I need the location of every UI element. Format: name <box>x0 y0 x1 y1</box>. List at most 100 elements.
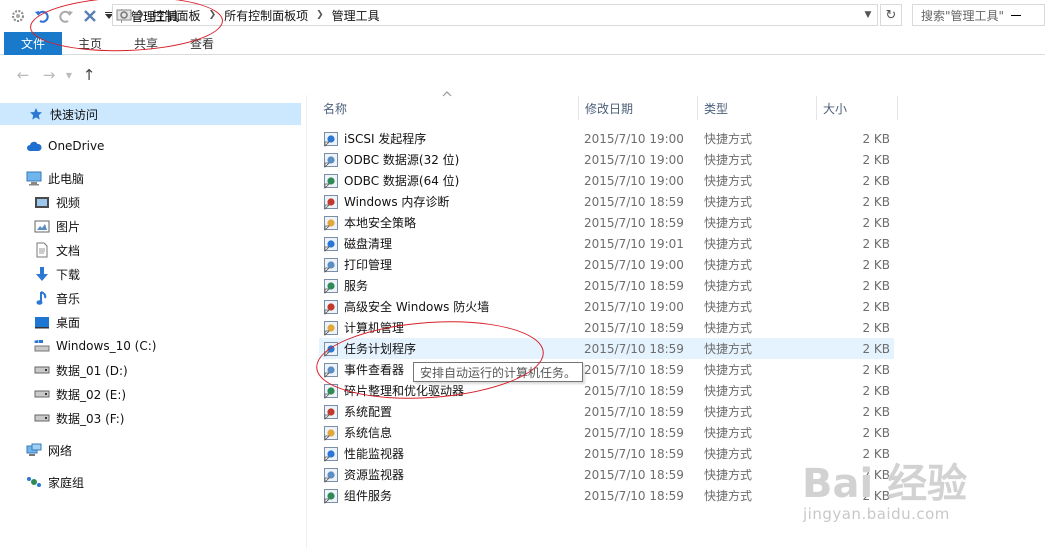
nav-documents[interactable]: 文档 <box>0 239 301 261</box>
column-divider[interactable] <box>897 96 898 120</box>
modified-date: 2015/7/10 18:59 <box>584 383 684 398</box>
delete-x-icon[interactable] <box>80 6 100 26</box>
address-bar[interactable]: ❯ 控制面板 ❯ 所有控制面板项 ❯ 管理工具 ▼ <box>112 4 878 26</box>
nav-music[interactable]: 音乐 <box>0 287 301 309</box>
nav-label: 桌面 <box>56 315 81 330</box>
nav-label: 网络 <box>48 443 73 458</box>
file-type: 快捷方式 <box>704 321 753 335</box>
tab-share[interactable]: 共享 <box>118 32 174 55</box>
column-header-size[interactable]: 大小 <box>817 96 897 120</box>
address-dropdown-icon[interactable]: ▼ <box>861 7 875 23</box>
network-icon <box>26 442 42 458</box>
star-icon <box>28 106 44 122</box>
recent-locations-chevron-icon[interactable]: ▼ <box>62 62 76 88</box>
system-info-icon <box>323 425 339 441</box>
breadcrumb-all-items[interactable]: 所有控制面板项 <box>220 7 312 24</box>
nav-label: 数据_02 (E:) <box>56 387 127 402</box>
pane-splitter[interactable] <box>306 95 307 549</box>
watermark-url: jingyan.baidu.com <box>803 505 950 523</box>
table-row[interactable]: iSCSI 发起程序 2015/7/10 19:00 快捷方式 2 KB <box>319 128 894 149</box>
column-header-name[interactable]: 名称 <box>317 96 577 120</box>
nav-network[interactable]: 网络 <box>0 439 301 461</box>
nav-drive-e[interactable]: 数据_02 (E:) <box>0 383 301 405</box>
file-name: ODBC 数据源(32 位) <box>344 153 460 167</box>
file-name-cell: 高级安全 Windows 防火墙 <box>323 296 489 317</box>
table-row[interactable]: 资源监视器 2015/7/10 18:59 快捷方式 2 KB <box>319 464 894 485</box>
file-size: 2 KB <box>862 404 890 419</box>
modified-date: 2015/7/10 18:59 <box>584 215 684 230</box>
modified-date: 2015/7/10 19:00 <box>584 131 684 146</box>
table-row[interactable]: 组件服务 2015/7/10 18:59 快捷方式 2 KB <box>319 485 894 506</box>
cloud-icon <box>26 138 42 154</box>
table-row[interactable]: 磁盘清理 2015/7/10 19:01 快捷方式 2 KB <box>319 233 894 254</box>
table-row[interactable]: 服务 2015/7/10 18:59 快捷方式 2 KB <box>319 275 894 296</box>
file-size: 2 KB <box>862 467 890 482</box>
table-row[interactable]: 系统配置 2015/7/10 18:59 快捷方式 2 KB <box>319 401 894 422</box>
tab-home[interactable]: 主页 <box>62 32 118 55</box>
table-row[interactable]: 计算机管理 2015/7/10 18:59 快捷方式 2 KB <box>319 317 894 338</box>
breadcrumb-chevron-icon[interactable]: ❯ <box>312 10 328 20</box>
table-row[interactable]: ODBC 数据源(64 位) 2015/7/10 19:00 快捷方式 2 KB <box>319 170 894 191</box>
tab-file[interactable]: 文件 <box>4 32 63 55</box>
search-input[interactable]: 搜索"管理工具" <box>912 4 1045 26</box>
breadcrumb-chevron-icon[interactable]: ❯ <box>133 10 149 20</box>
file-name: 任务计划程序 <box>344 342 417 356</box>
tab-view[interactable]: 查看 <box>174 32 230 55</box>
nav-label: 视频 <box>56 195 81 210</box>
nav-videos[interactable]: 视频 <box>0 191 301 213</box>
file-size: 2 KB <box>862 341 890 356</box>
nav-quick-access[interactable]: 快速访问 <box>0 103 301 125</box>
file-name: 系统配置 <box>344 405 393 419</box>
back-arrow-icon[interactable]: ← <box>10 62 36 88</box>
file-name-cell: 系统配置 <box>323 401 392 422</box>
nav-desktop[interactable]: 桌面 <box>0 311 301 333</box>
table-row[interactable]: 打印管理 2015/7/10 19:00 快捷方式 2 KB <box>319 254 894 275</box>
table-row[interactable]: 本地安全策略 2015/7/10 18:59 快捷方式 2 KB <box>319 212 894 233</box>
table-row[interactable]: 碎片整理和优化驱动器 2015/7/10 18:59 快捷方式 2 KB <box>319 380 894 401</box>
computer-management-icon <box>323 320 339 336</box>
nav-drive-c[interactable]: Windows_10 (C:) <box>0 335 301 357</box>
table-row[interactable]: 系统信息 2015/7/10 18:59 快捷方式 2 KB <box>319 422 894 443</box>
column-header-date[interactable]: 修改日期 <box>579 96 697 120</box>
up-arrow-icon[interactable]: ↑ <box>76 62 102 88</box>
file-name-cell: 磁盘清理 <box>323 233 392 254</box>
nav-downloads[interactable]: 下载 <box>0 263 301 285</box>
nav-label: 此电脑 <box>48 171 85 186</box>
table-row[interactable]: 性能监视器 2015/7/10 18:59 快捷方式 2 KB <box>319 443 894 464</box>
modified-date: 2015/7/10 18:59 <box>584 404 684 419</box>
file-type: 快捷方式 <box>704 237 753 251</box>
table-row[interactable]: 高级安全 Windows 防火墙 2015/7/10 19:00 快捷方式 2 KB <box>319 296 894 317</box>
refresh-icon[interactable]: ↻ <box>880 4 902 26</box>
file-size: 2 KB <box>862 488 890 503</box>
breadcrumb-control-panel[interactable]: 控制面板 <box>149 7 205 24</box>
file-type: 快捷方式 <box>704 342 753 356</box>
nav-drive-d[interactable]: 数据_01 (D:) <box>0 359 301 381</box>
column-header-type[interactable]: 类型 <box>698 96 816 120</box>
file-name: 事件查看器 <box>344 363 405 377</box>
nav-label: 文档 <box>56 243 81 258</box>
redo-icon[interactable] <box>56 6 76 26</box>
table-row[interactable]: Windows 内存诊断 2015/7/10 18:59 快捷方式 2 KB <box>319 191 894 212</box>
breadcrumb-chevron-icon[interactable]: ❯ <box>205 10 221 20</box>
forward-arrow-icon[interactable]: → <box>36 62 62 88</box>
table-row[interactable]: 任务计划程序 2015/7/10 18:59 快捷方式 2 KB <box>319 338 894 359</box>
nav-this-pc[interactable]: 此电脑 <box>0 167 301 189</box>
nav-homegroup[interactable]: 家庭组 <box>0 471 301 493</box>
nav-pictures[interactable]: 图片 <box>0 215 301 237</box>
nav-label: 下载 <box>56 267 81 282</box>
nav-onedrive[interactable]: OneDrive <box>0 135 301 157</box>
event-viewer-icon <box>323 362 339 378</box>
nav-label: 快速访问 <box>50 107 99 122</box>
breadcrumb-admin-tools[interactable]: 管理工具 <box>328 7 384 24</box>
admin-tools-gear-icon[interactable] <box>8 6 28 26</box>
modified-date: 2015/7/10 18:59 <box>584 467 684 482</box>
nav-drive-f[interactable]: 数据_03 (F:) <box>0 407 301 429</box>
file-name-cell: 性能监视器 <box>323 443 404 464</box>
file-name: 磁盘清理 <box>344 237 393 251</box>
performance-monitor-icon <box>323 446 339 462</box>
undo-icon[interactable] <box>32 6 52 26</box>
table-row[interactable]: 事件查看器 2015/7/10 18:59 快捷方式 2 KB <box>319 359 894 380</box>
table-row[interactable]: ODBC 数据源(32 位) 2015/7/10 19:00 快捷方式 2 KB <box>319 149 894 170</box>
file-name: 打印管理 <box>344 258 393 272</box>
file-name-cell: 计算机管理 <box>323 317 404 338</box>
